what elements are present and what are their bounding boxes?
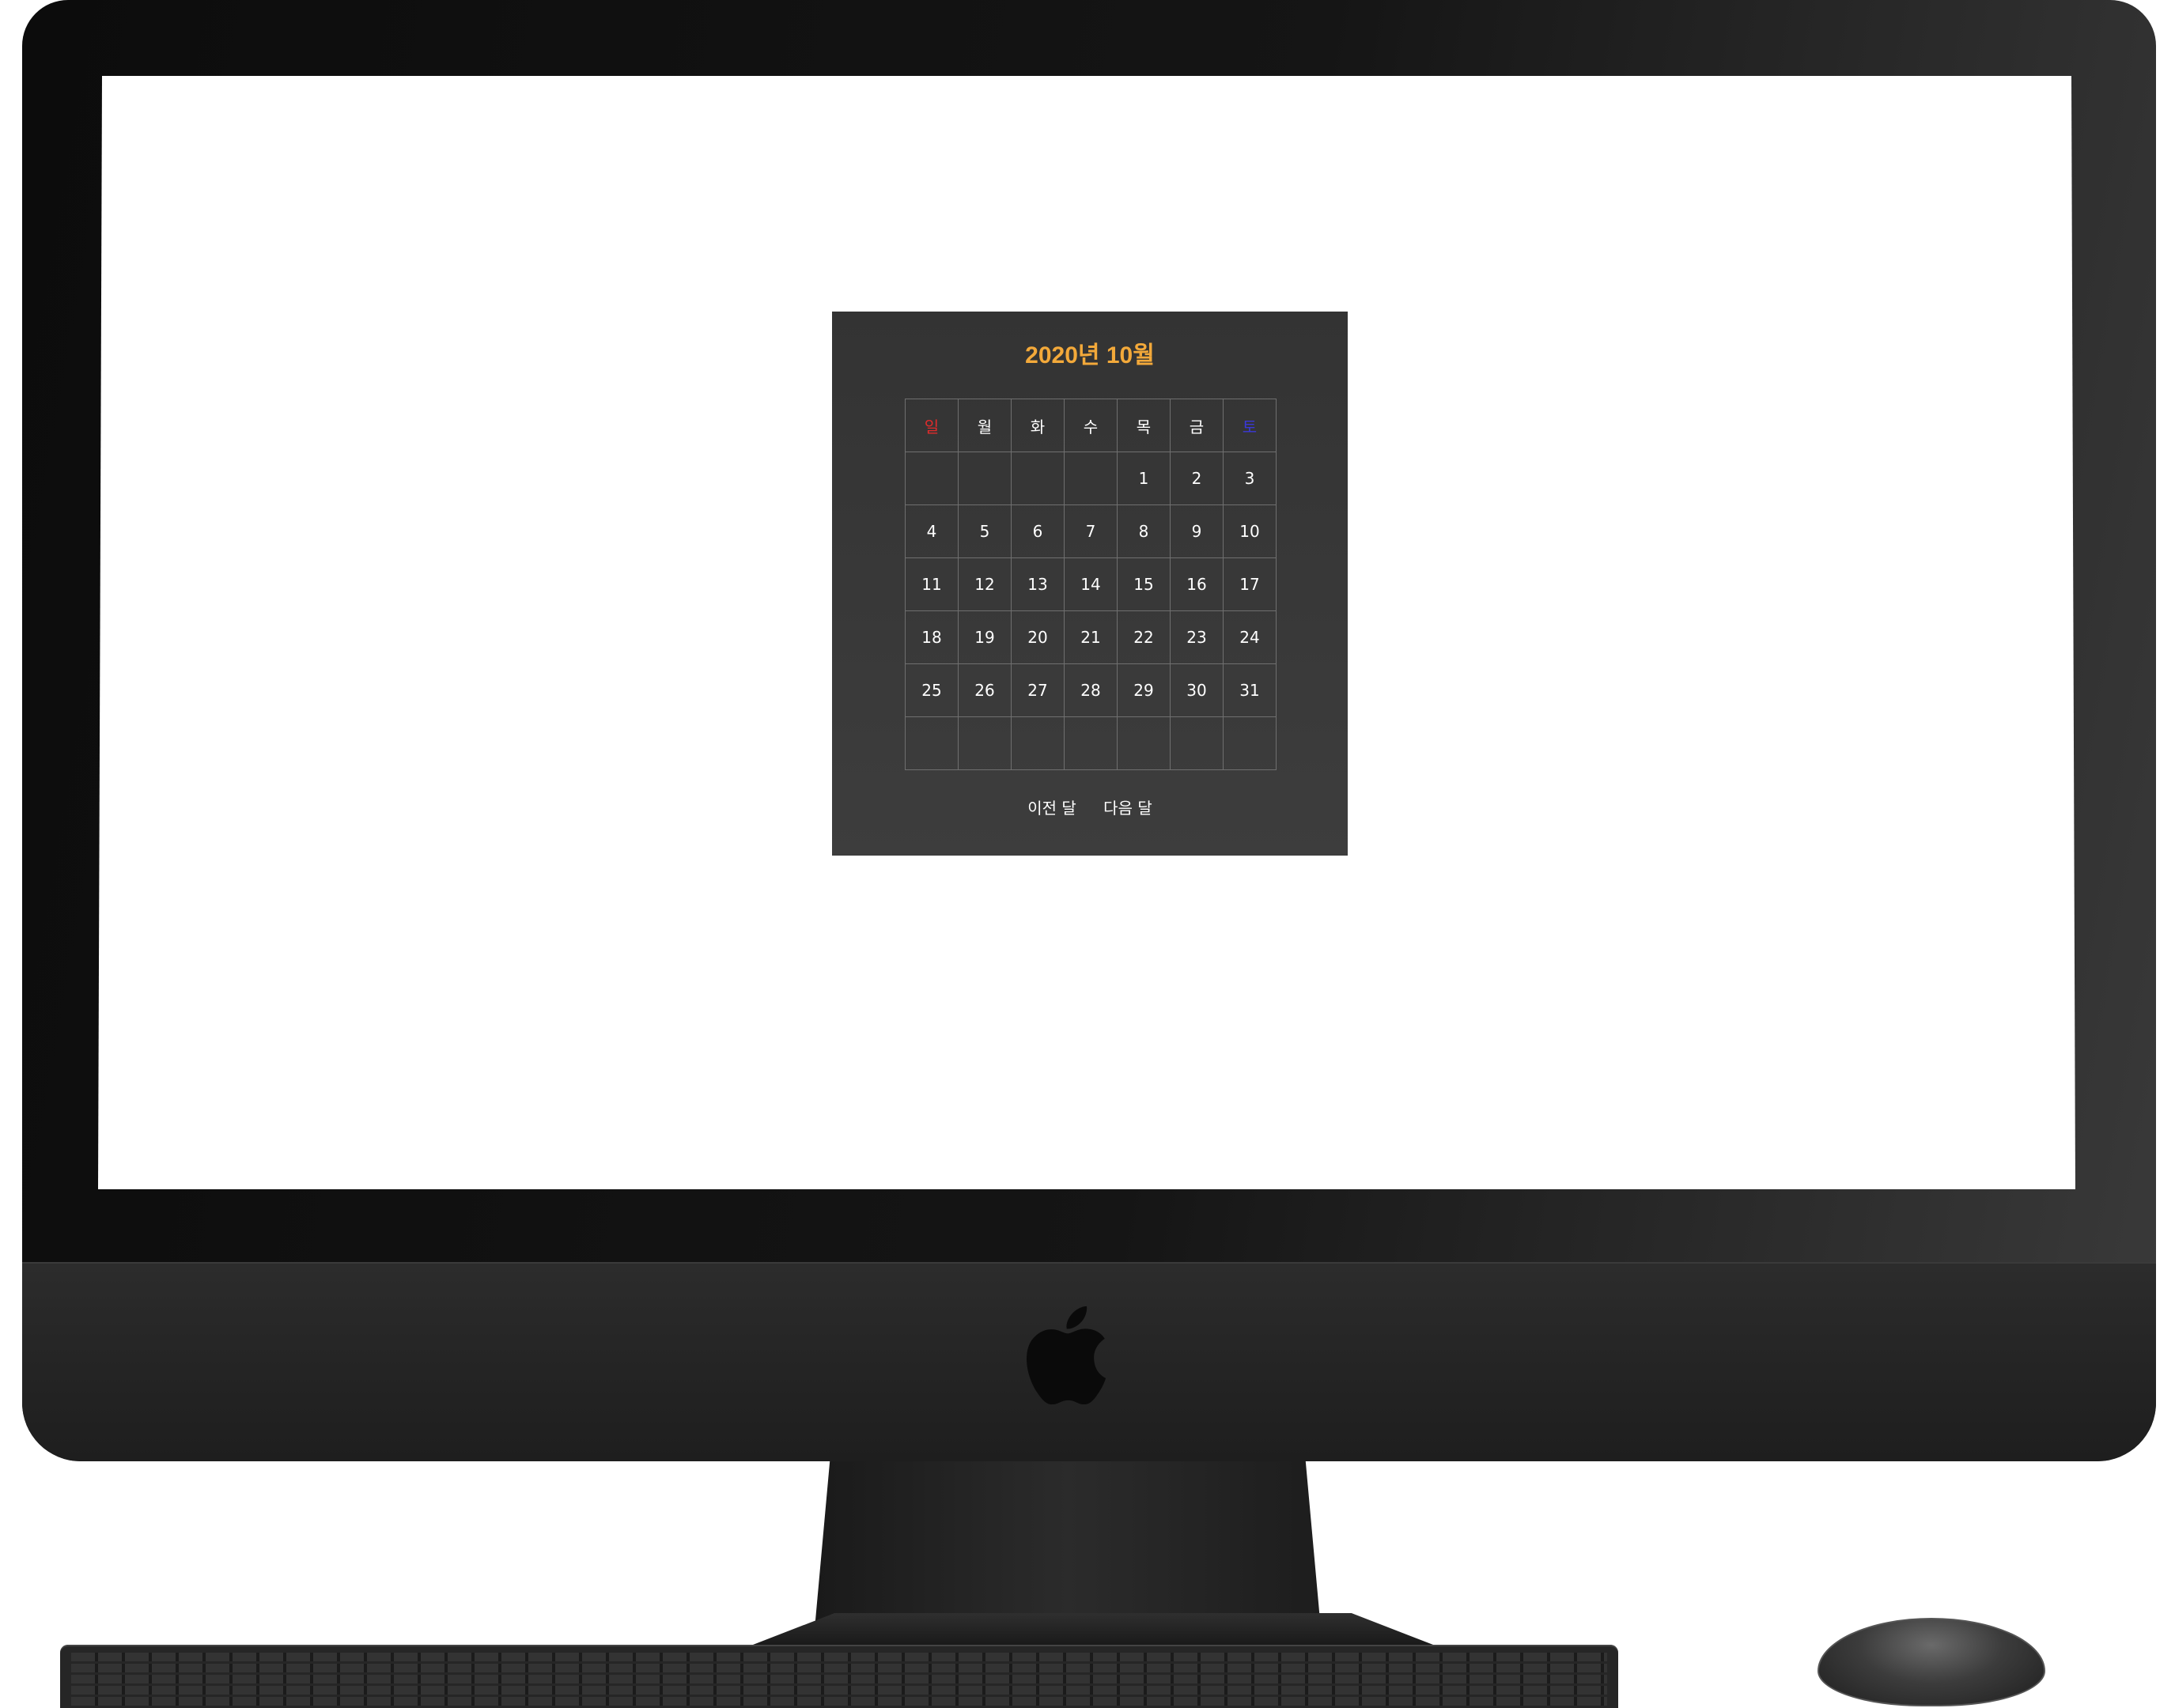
keyboard [60,1645,1618,1708]
prev-month-button[interactable]: 이전 달 [1027,795,1076,818]
calendar-day-cell[interactable] [1011,716,1065,770]
calendar-day-cell[interactable]: 14 [1064,557,1118,611]
calendar-nav: 이전 달 다음 달 [832,795,1348,818]
imac-stand-foot [753,1613,1433,1645]
calendar-day-cell[interactable] [905,452,959,505]
calendar-day-cell[interactable]: 16 [1170,557,1224,611]
calendar-day-cell[interactable]: 30 [1170,663,1224,717]
calendar-day-cell[interactable]: 21 [1064,610,1118,664]
calendar-day-cell[interactable] [958,716,1012,770]
calendar-day-cell[interactable]: 18 [905,610,959,664]
calendar-day-cell[interactable]: 22 [1117,610,1171,664]
calendar-day-cell[interactable]: 15 [1117,557,1171,611]
magic-mouse [1818,1618,2045,1706]
calendar-day-cell[interactable] [1064,452,1118,505]
weekday-monday: 월 [958,399,1012,452]
calendar-day-cell[interactable]: 29 [1117,663,1171,717]
calendar-day-cell[interactable] [1223,716,1277,770]
calendar-week-row: 123 [905,452,1277,505]
weekday-wednesday: 수 [1064,399,1118,452]
calendar-day-cell[interactable]: 9 [1170,504,1224,558]
calendar-day-cell[interactable]: 19 [958,610,1012,664]
weekday-header-row: 일 월 화 수 목 금 토 [905,399,1277,452]
weekday-thursday: 목 [1117,399,1171,452]
calendar-day-cell[interactable]: 3 [1223,452,1277,505]
weekday-sunday: 일 [905,399,959,452]
calendar-day-cell[interactable] [905,716,959,770]
calendar-grid: 일 월 화 수 목 금 토 1 2 3 4 5 6 7 8 9 10 11 12 13 14 15 16 17 1… [905,399,1277,770]
keyboard-keys [71,1653,1607,1708]
calendar-week-row: 4 5 6 7 8 9 10 [905,504,1277,558]
calendar-day-cell[interactable]: 2 [1170,452,1224,505]
calendar-day-cell[interactable]: 11 [905,557,959,611]
calendar-day-cell[interactable] [1064,716,1118,770]
calendar-day-cell[interactable]: 31 [1223,663,1277,717]
calendar-week-row [905,716,1277,770]
calendar-day-cell[interactable]: 10 [1223,504,1277,558]
calendar-day-cell[interactable] [958,452,1012,505]
apple-logo-icon [1027,1306,1106,1405]
calendar-day-cell[interactable]: 1 [1117,452,1171,505]
calendar-day-cell[interactable]: 23 [1170,610,1224,664]
calendar-day-cell[interactable]: 13 [1011,557,1065,611]
calendar-day-cell[interactable] [1011,452,1065,505]
calendar-day-cell[interactable]: 24 [1223,610,1277,664]
calendar-title: 2020년 10월 [1025,342,1155,368]
calendar-day-cell[interactable]: 12 [958,557,1012,611]
calendar-day-cell[interactable]: 25 [905,663,959,717]
calendar-day-cell[interactable]: 27 [1011,663,1065,717]
calendar-day-cell[interactable]: 20 [1011,610,1065,664]
calendar-day-cell[interactable]: 8 [1117,504,1171,558]
calendar-day-cell[interactable]: 17 [1223,557,1277,611]
calendar-day-cell[interactable]: 26 [958,663,1012,717]
calendar-week-row: 25 26 27 28 29 30 31 [905,663,1277,717]
calendar-week-row: 11 12 13 14 15 16 17 [905,557,1277,611]
calendar-day-cell[interactable]: 28 [1064,663,1118,717]
calendar-widget: 2020년 10월 일 월 화 수 목 금 토 1 2 3 4 5 6 7 8 9 10 11 12 1… [832,312,1348,856]
calendar-week-row: 18 19 20 21 22 23 24 [905,610,1277,664]
next-month-button[interactable]: 다음 달 [1103,795,1152,818]
imac-stand [815,1461,1321,1629]
calendar-day-cell[interactable]: 7 [1064,504,1118,558]
weekday-tuesday: 화 [1011,399,1065,452]
calendar-day-cell[interactable]: 4 [905,504,959,558]
calendar-day-cell[interactable]: 5 [958,504,1012,558]
calendar-day-cell[interactable] [1117,716,1171,770]
calendar-day-cell[interactable] [1170,716,1224,770]
calendar-day-cell[interactable]: 6 [1011,504,1065,558]
weekday-friday: 금 [1170,399,1224,452]
weekday-saturday: 토 [1223,399,1277,452]
